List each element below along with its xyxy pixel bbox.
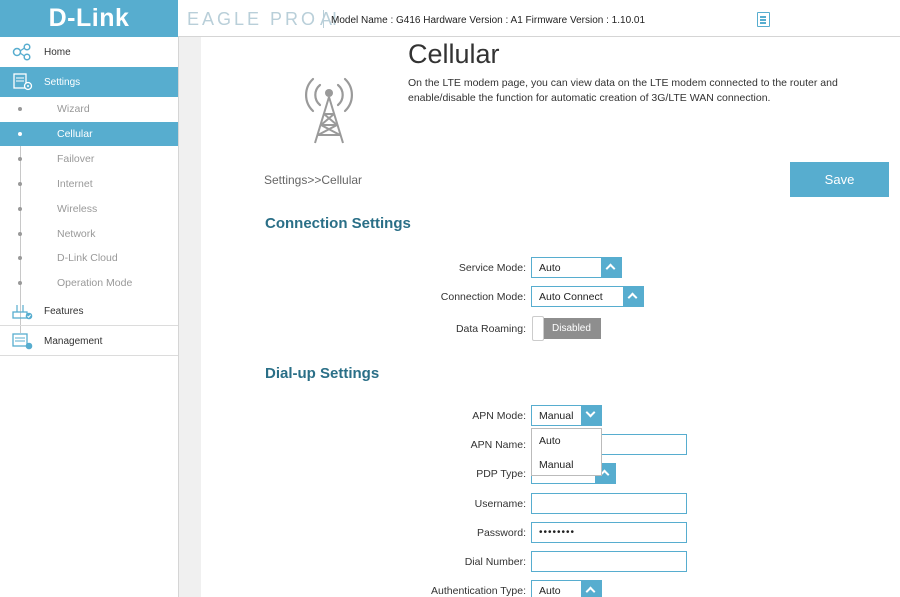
sidebar-item-home[interactable]: Home bbox=[0, 37, 178, 67]
sidebar-item-cellular[interactable]: Cellular bbox=[0, 122, 178, 146]
sidebar-sub-label: Wizard bbox=[57, 103, 90, 115]
tree-dot bbox=[18, 132, 22, 136]
sidebar-item-internet[interactable]: Internet bbox=[0, 172, 178, 196]
sidebar-divider bbox=[0, 355, 178, 356]
sidebar-label-features: Features bbox=[44, 306, 84, 317]
sidebar-sub-label: Wireless bbox=[57, 203, 98, 215]
chevron-up-icon[interactable] bbox=[623, 286, 644, 307]
chevron-up-icon[interactable] bbox=[601, 257, 622, 278]
sidebar-sub-label: D-Link Cloud bbox=[57, 252, 118, 264]
sidebar-item-wizard[interactable]: Wizard bbox=[0, 97, 178, 121]
sidebar-item-operation-mode[interactable]: Operation Mode bbox=[0, 271, 178, 295]
apn-mode-option-label: Auto bbox=[539, 435, 561, 447]
main-content: Cellular On the LTE modem page, you can … bbox=[179, 37, 900, 597]
auth-type-value: Auto bbox=[539, 585, 561, 597]
auth-type-select[interactable]: Auto bbox=[531, 580, 602, 597]
chevron-up-icon[interactable] bbox=[581, 580, 602, 597]
username-input[interactable] bbox=[531, 493, 687, 514]
sidebar-sub-label: Operation Mode bbox=[57, 277, 133, 289]
sidebar-sub-label: Failover bbox=[57, 153, 95, 165]
sidebar-sub-label: Network bbox=[57, 228, 96, 240]
apn-name-label: APN Name: bbox=[470, 439, 526, 451]
data-roaming-toggle[interactable]: Disabled bbox=[532, 316, 601, 341]
logo-text: D-Link bbox=[48, 4, 130, 32]
page-title: Cellular bbox=[408, 39, 500, 69]
sidebar-item-failover[interactable]: Failover bbox=[0, 147, 178, 171]
sidebar-label-home: Home bbox=[44, 47, 71, 58]
management-icon bbox=[12, 333, 33, 350]
product-main: EAGLE PRO bbox=[187, 9, 319, 29]
sidebar: Home Settings Wizard Cellular Failover I… bbox=[0, 37, 179, 597]
apn-mode-option-auto[interactable]: Auto bbox=[532, 429, 601, 453]
sidebar-sub-label: Cellular bbox=[57, 128, 93, 140]
header-divider bbox=[323, 10, 324, 28]
connection-mode-value: Auto Connect bbox=[539, 291, 603, 303]
product-name: EAGLE PRO AI bbox=[187, 9, 337, 30]
cell-tower-icon bbox=[305, 77, 353, 144]
toggle-knob[interactable] bbox=[532, 316, 544, 341]
sidebar-label-management: Management bbox=[44, 336, 103, 347]
sidebar-sub-label: Internet bbox=[57, 178, 93, 190]
tree-dot bbox=[18, 107, 22, 111]
tree-dot bbox=[18, 157, 22, 161]
username-label: Username: bbox=[474, 498, 526, 510]
dialup-settings-title: Dial-up Settings bbox=[265, 365, 380, 382]
sidebar-item-features[interactable]: Features bbox=[0, 296, 178, 326]
service-mode-value: Auto bbox=[539, 262, 561, 274]
top-bar: D-Link EAGLE PRO AI Model Name : G416 Har… bbox=[0, 0, 900, 37]
dlink-logo[interactable]: D-Link bbox=[0, 0, 178, 37]
sidebar-item-wireless[interactable]: Wireless bbox=[0, 197, 178, 221]
sidebar-item-dlink-cloud[interactable]: D-Link Cloud bbox=[0, 246, 178, 270]
sidebar-item-management[interactable]: Management bbox=[0, 326, 178, 356]
connection-settings-title: Connection Settings bbox=[265, 215, 411, 232]
service-mode-select[interactable]: Auto bbox=[531, 257, 622, 278]
auth-type-label: Authentication Type: bbox=[431, 585, 526, 597]
dial-number-input[interactable] bbox=[531, 551, 687, 572]
features-icon bbox=[12, 305, 33, 320]
password-value: •••••••• bbox=[539, 527, 576, 538]
dial-number-label: Dial Number: bbox=[464, 556, 526, 568]
tree-dot bbox=[18, 256, 22, 260]
pdp-type-label: PDP Type: bbox=[476, 468, 526, 480]
home-network-icon bbox=[12, 43, 31, 61]
apn-mode-option-manual[interactable]: Manual bbox=[532, 453, 601, 477]
breadcrumb: Settings>>Cellular bbox=[264, 173, 363, 187]
apn-mode-select[interactable]: Manual bbox=[531, 405, 602, 426]
sidebar-label-settings: Settings bbox=[44, 77, 81, 88]
service-mode-label: Service Mode: bbox=[458, 262, 526, 274]
connection-mode-label: Connection Mode: bbox=[440, 291, 526, 303]
apn-mode-dropdown: Auto Manual bbox=[531, 428, 602, 476]
apn-mode-option-label: Manual bbox=[539, 459, 574, 471]
password-label: Password: bbox=[476, 527, 526, 539]
page-description: On the LTE modem page, you can view data… bbox=[408, 77, 838, 104]
save-button[interactable]: Save bbox=[790, 162, 889, 197]
model-info: Model Name : G416 Hardware Version : A1 … bbox=[331, 15, 646, 26]
document-icon[interactable] bbox=[757, 12, 770, 27]
tree-dot bbox=[18, 232, 22, 236]
tree-dot bbox=[18, 207, 22, 211]
content-gutter bbox=[179, 37, 201, 597]
apn-mode-value: Manual bbox=[539, 410, 574, 422]
sidebar-item-network[interactable]: Network bbox=[0, 222, 178, 246]
sidebar-item-settings[interactable]: Settings bbox=[0, 67, 178, 97]
settings-icon bbox=[13, 73, 33, 91]
tree-dot bbox=[18, 182, 22, 186]
connection-mode-select[interactable]: Auto Connect bbox=[531, 286, 644, 307]
apn-mode-label: APN Mode: bbox=[472, 410, 526, 422]
data-roaming-label: Data Roaming: bbox=[455, 323, 526, 335]
chevron-down-icon[interactable] bbox=[581, 405, 602, 426]
password-input[interactable]: •••••••• bbox=[531, 522, 687, 543]
data-roaming-value: Disabled bbox=[552, 323, 591, 334]
tree-dot bbox=[18, 281, 22, 285]
